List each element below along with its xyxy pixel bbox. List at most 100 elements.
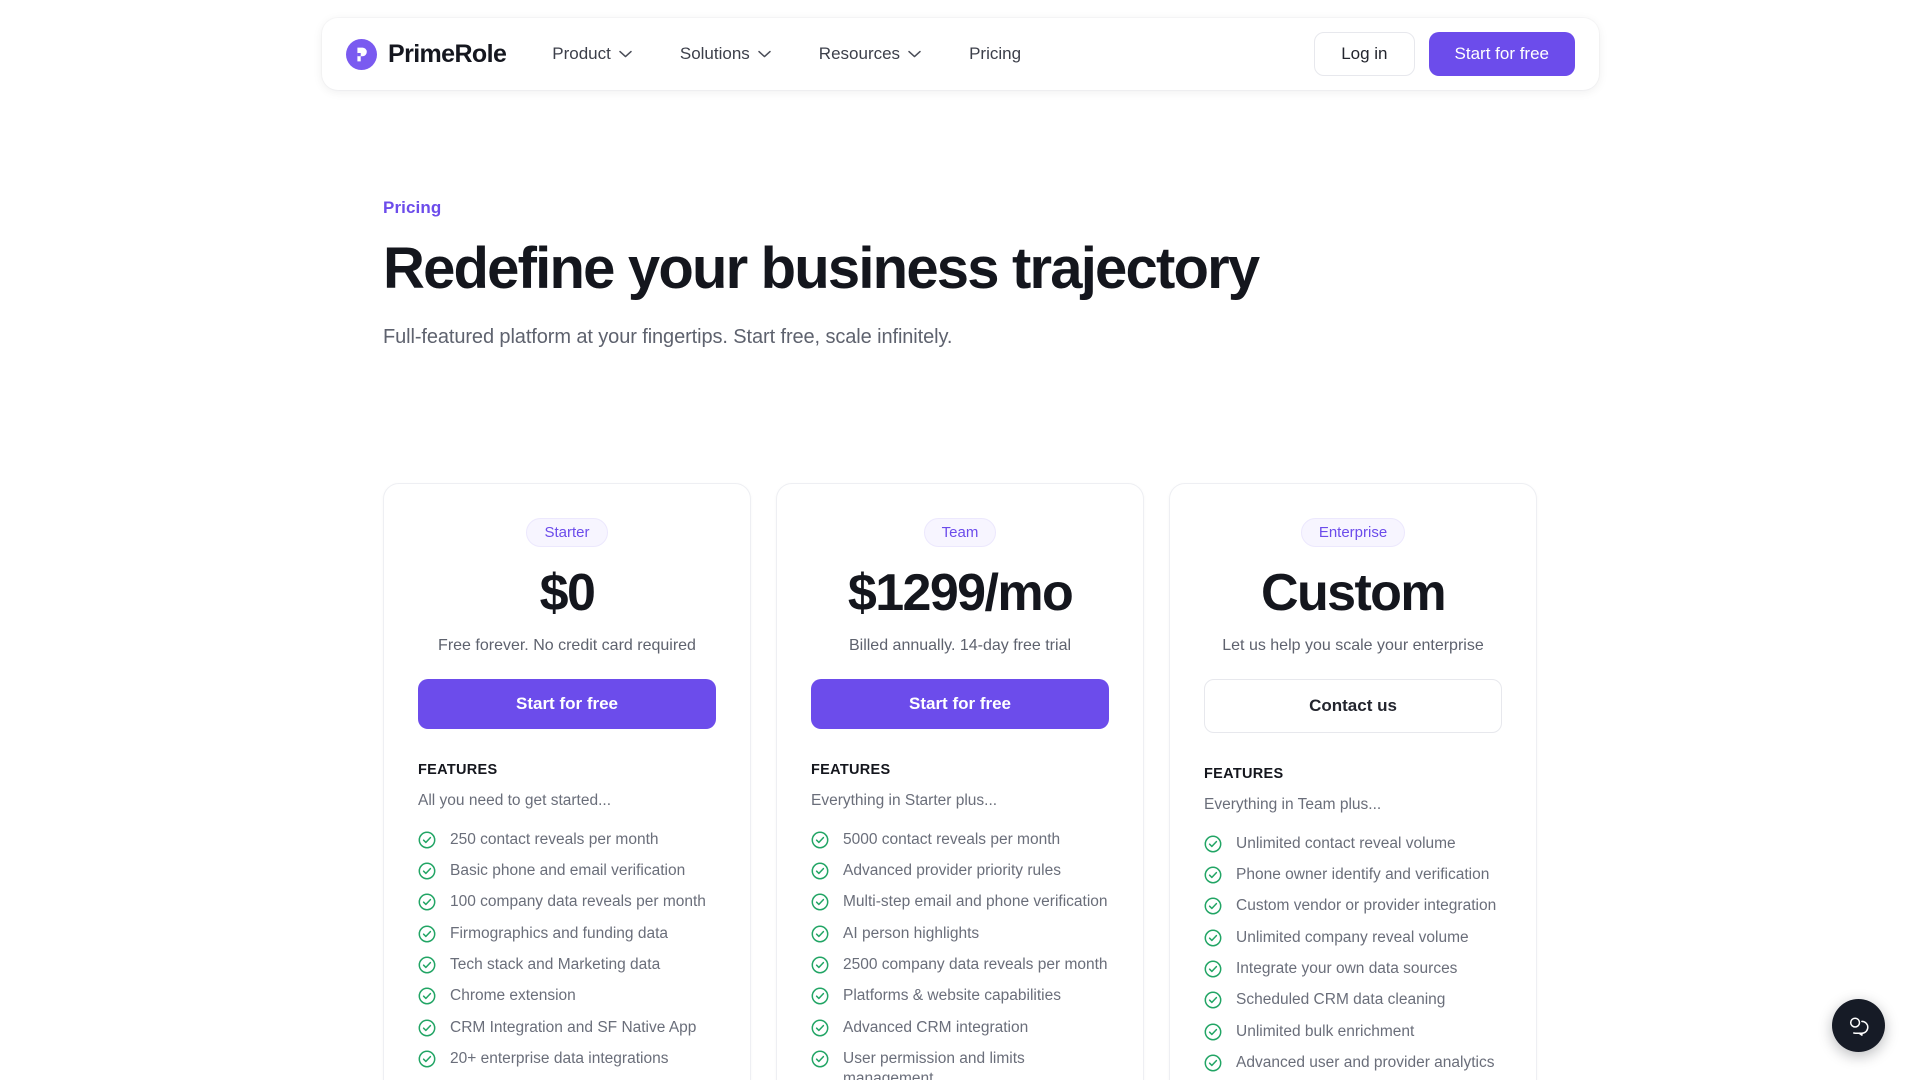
check-circle-icon: [418, 1050, 436, 1068]
check-circle-icon: [418, 956, 436, 974]
feature-text: 5000 contact reveals per month: [843, 830, 1061, 848]
feature-text: 250 contact reveals per month: [450, 830, 659, 848]
feature-text: 2500 company data reveals per month: [843, 956, 1108, 974]
feature-text: 20+ enterprise data integrations: [450, 1050, 669, 1068]
feature-text: Phone owner identify and verification: [1236, 865, 1490, 883]
list-item: Platforms & website capabilities: [811, 986, 1109, 1005]
feature-list: 250 contact reveals per month Basic phon…: [418, 830, 716, 1080]
list-item: AI person highlights: [811, 924, 1109, 943]
log-in-button[interactable]: Log in: [1314, 32, 1415, 76]
check-circle-icon: [418, 893, 436, 911]
check-circle-icon: [1204, 897, 1222, 915]
check-circle-icon: [418, 988, 436, 1005]
chevron-down-icon: [758, 50, 771, 58]
check-circle-icon: [1204, 929, 1222, 947]
list-item: 5000 contact reveals per month: [811, 830, 1109, 849]
list-item: Unlimited contact reveal volume: [1204, 834, 1502, 853]
nav-item-resources[interactable]: Resources: [795, 36, 945, 72]
features-intro: Everything in Team plus...: [1204, 795, 1382, 813]
check-circle-icon: [811, 925, 829, 943]
nav-item-label: Pricing: [969, 44, 1022, 63]
check-circle-icon: [418, 862, 436, 880]
feature-text: Firmographics and funding data: [450, 924, 668, 942]
list-item: 20+ enterprise data integrations: [418, 1049, 716, 1068]
feature-text: Basic phone and email verification: [450, 861, 686, 879]
plan-price: $1299/mo: [847, 564, 1074, 622]
page-title: Redefine your business trajectory: [383, 236, 1260, 301]
feature-text: Platforms & website capabilities: [843, 987, 1061, 1005]
pricing-cards: Starter $0 Free forever. No credit card …: [383, 483, 1538, 1080]
list-item: Tech stack and Marketing data: [418, 955, 716, 974]
header-actions: Log in Start for free: [1314, 32, 1575, 76]
feature-text: Unlimited bulk enrichment: [1236, 1022, 1415, 1040]
nav-item-label: Solutions: [679, 44, 750, 63]
plan-cta-button[interactable]: Contact us: [1204, 678, 1502, 733]
nav-item-pricing[interactable]: Pricing: [945, 36, 1045, 72]
feature-text: Advanced CRM integration: [843, 1018, 1029, 1036]
check-circle-icon: [811, 956, 829, 974]
pricing-card-team: Team $1299/mo Billed annually. 14-day fr…: [776, 483, 1144, 1080]
features-heading: FEATURES: [1204, 765, 1284, 782]
list-item: CRM Integration and SF Native App: [418, 1018, 716, 1037]
check-circle-icon: [1204, 1054, 1222, 1072]
features-heading: FEATURES: [418, 761, 498, 778]
plan-badge: Enterprise: [1300, 518, 1406, 547]
plan-price-note: Free forever. No credit card required: [438, 636, 696, 654]
check-circle-icon: [811, 988, 829, 1005]
check-circle-icon: [418, 1019, 436, 1037]
feature-list: Unlimited contact reveal volume Phone ow…: [1204, 834, 1502, 1080]
feature-text: Unlimited contact reveal volume: [1236, 834, 1456, 852]
nav-item-solutions[interactable]: Solutions: [656, 36, 795, 72]
check-circle-icon: [811, 1019, 829, 1037]
check-circle-icon: [1204, 1023, 1222, 1041]
plan-price-note: Billed annually. 14-day free trial: [848, 636, 1072, 654]
pricing-card-starter: Starter $0 Free forever. No credit card …: [383, 483, 751, 1080]
feature-text: Tech stack and Marketing data: [450, 956, 661, 974]
check-circle-icon: [811, 862, 829, 880]
primerole-logo-icon: [346, 38, 377, 70]
plan-cta-button[interactable]: Start for free: [811, 678, 1109, 729]
list-item: Advanced user and provider analytics: [1204, 1053, 1502, 1072]
header-start-for-free-button[interactable]: Start for free: [1428, 32, 1575, 76]
check-circle-icon: [1204, 960, 1222, 978]
list-item: 100 company data reveals per month: [418, 892, 716, 911]
features-heading: FEATURES: [811, 761, 891, 778]
main-nav: Product Solutions Resources Pricing: [552, 36, 1045, 72]
page-eyebrow: Pricing: [383, 198, 442, 217]
list-item: Custom vendor or provider integration: [1204, 896, 1502, 915]
plan-cta-button[interactable]: Start for free: [418, 678, 716, 729]
chat-bubbles-icon: [1849, 1016, 1869, 1036]
feature-text: 100 company data reveals per month: [450, 893, 706, 911]
brand-name: PrimeRole: [388, 39, 507, 68]
check-circle-icon: [811, 831, 829, 849]
chat-widget-button[interactable]: [1832, 999, 1885, 1052]
nav-item-product[interactable]: Product: [552, 36, 656, 72]
check-circle-icon: [1204, 866, 1222, 884]
feature-text: Integrate your own data sources: [1236, 960, 1458, 978]
feature-text: Advanced user and provider analytics: [1236, 1054, 1495, 1072]
chevron-down-icon: [619, 50, 632, 58]
list-item: Basic phone and email verification: [418, 861, 716, 880]
list-item: 2500 company data reveals per month: [811, 955, 1109, 974]
list-item: Integrate your own data sources: [1204, 959, 1502, 978]
list-item: Unlimited bulk enrichment: [1204, 1022, 1502, 1041]
pricing-card-enterprise: Enterprise Custom Let us help you scale …: [1169, 483, 1537, 1080]
plan-price: Custom: [1261, 564, 1447, 622]
feature-text: Unlimited company reveal volume: [1236, 928, 1469, 946]
list-item: User permission and limits management: [811, 1049, 1109, 1080]
plan-price-note: Let us help you scale your enterprise: [1222, 636, 1484, 654]
check-circle-icon: [1204, 835, 1222, 853]
site-header: PrimeRole Product Solutions Resources Pr…: [322, 18, 1599, 90]
page-subtitle: Full-featured platform at your fingertip…: [383, 325, 953, 348]
pricing-page: PrimeRole Product Solutions Resources Pr…: [0, 0, 1920, 1080]
features-intro: Everything in Starter plus...: [811, 791, 998, 809]
plan-badge: Team: [923, 518, 997, 547]
list-item: Phone owner identify and verification: [1204, 865, 1502, 884]
brand-logo[interactable]: PrimeRole: [346, 38, 507, 70]
check-circle-icon: [418, 831, 436, 849]
check-circle-icon: [811, 1050, 829, 1068]
list-item: Chrome extension: [418, 986, 716, 1005]
feature-text: User permission and limits management: [843, 1050, 1025, 1080]
list-item: Scheduled CRM data cleaning: [1204, 990, 1502, 1009]
feature-text: Custom vendor or provider integration: [1236, 897, 1497, 915]
